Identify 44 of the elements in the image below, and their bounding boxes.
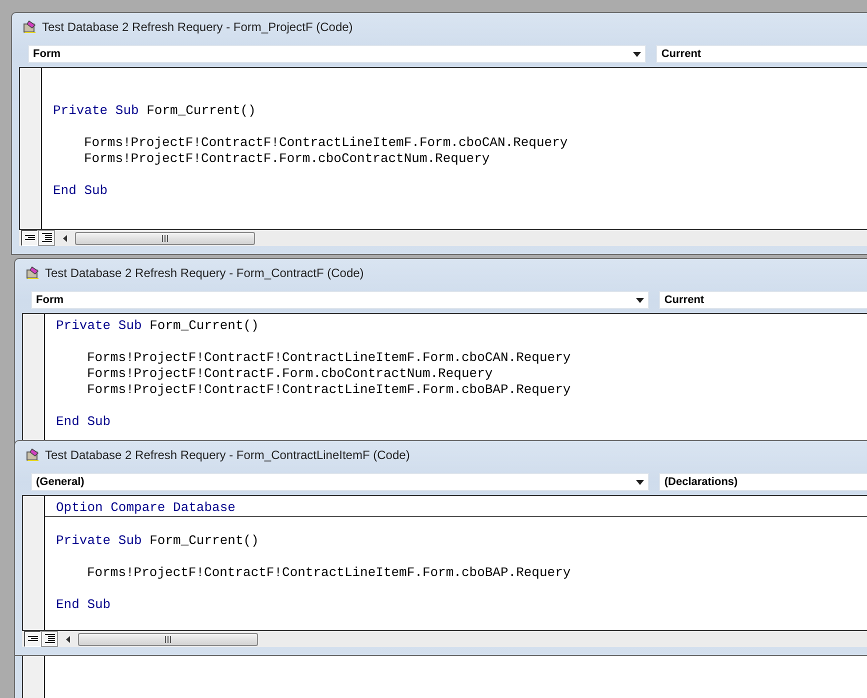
grip-icon (161, 234, 169, 242)
module-icon (26, 448, 40, 462)
window-title: Test Database 2 Refresh Requery - Form_ContractF (Code) (45, 266, 364, 280)
code-editor[interactable]: Option Compare Database Private Sub Form_Current() Forms!ProjectF!ContractF!ContractLineItemF.Form.cboBAP.Requery End Sub (22, 495, 867, 631)
procedure-dropdown[interactable]: Current (656, 45, 867, 63)
lines-icon (24, 235, 34, 241)
window-title: Test Database 2 Refresh Requery - Form_ContractLineItemF (Code) (45, 448, 410, 462)
lines-icon (42, 233, 52, 243)
code-line: Forms!ProjectF!ContractF!ContractLineItemF.Form.cboCAN.Requery (83, 135, 569, 151)
code-line: Private Sub Form_Current() (56, 533, 260, 549)
full-module-view-button[interactable] (38, 230, 55, 246)
code-line: Forms!ProjectF!ContractF.Form.cboContractNum.Requery (83, 151, 491, 167)
code-line: End Sub (56, 414, 112, 430)
full-module-view-button[interactable] (41, 631, 58, 647)
code-line: Forms!ProjectF!ContractF!ContractLineItemF.Form.cboBAP.Requery (86, 565, 572, 581)
code-line: End Sub (53, 183, 109, 199)
module-icon (23, 20, 37, 34)
scrollbar-thumb[interactable] (78, 632, 258, 646)
scroll-left-icon[interactable] (66, 636, 70, 642)
code-line: Private Sub Form_Current() (56, 318, 260, 334)
procedure-dropdown[interactable]: (Declarations) (659, 473, 867, 491)
grip-icon (164, 636, 172, 642)
object-dropdown[interactable]: (General) (31, 473, 650, 491)
code-editor[interactable]: Private Sub Form_Current() Forms!ProjectF!ContractF!ContractLineItemF.Form.cboCAN.Requery Forms!ProjectF!ContractF.Form.cboContractNum.Requery End Sub (19, 67, 867, 230)
module-icon (26, 266, 40, 280)
code-line: Forms!ProjectF!ContractF.Form.cboContractNum.Requery (86, 366, 494, 382)
code-line: Private Sub Form_Current() (53, 103, 257, 119)
code-line: Forms!ProjectF!ContractF!ContractLineItemF.Form.cboBAP.Requery (86, 382, 572, 398)
scroll-left-icon[interactable] (63, 234, 67, 242)
object-dropdown[interactable]: Form (28, 45, 646, 63)
procedure-view-button[interactable] (21, 230, 38, 246)
window-title: Test Database 2 Refresh Requery - Form_ProjectF (Code) (42, 20, 353, 34)
code-line: Option Compare Database (56, 500, 236, 516)
caret-icon (633, 52, 642, 56)
scrollbar-thumb[interactable] (75, 232, 255, 244)
code-line: Forms!ProjectF!ContractF!ContractLineItemF.Form.cboCAN.Requery (86, 350, 572, 366)
object-dropdown[interactable]: Form (31, 291, 650, 309)
caret-icon (636, 480, 644, 484)
procedure-dropdown[interactable]: Current (659, 291, 867, 309)
lines-icon (44, 634, 54, 644)
lines-icon (28, 636, 38, 642)
procedure-view-button[interactable] (24, 631, 41, 647)
code-line: End Sub (56, 597, 112, 613)
caret-icon (636, 298, 644, 302)
